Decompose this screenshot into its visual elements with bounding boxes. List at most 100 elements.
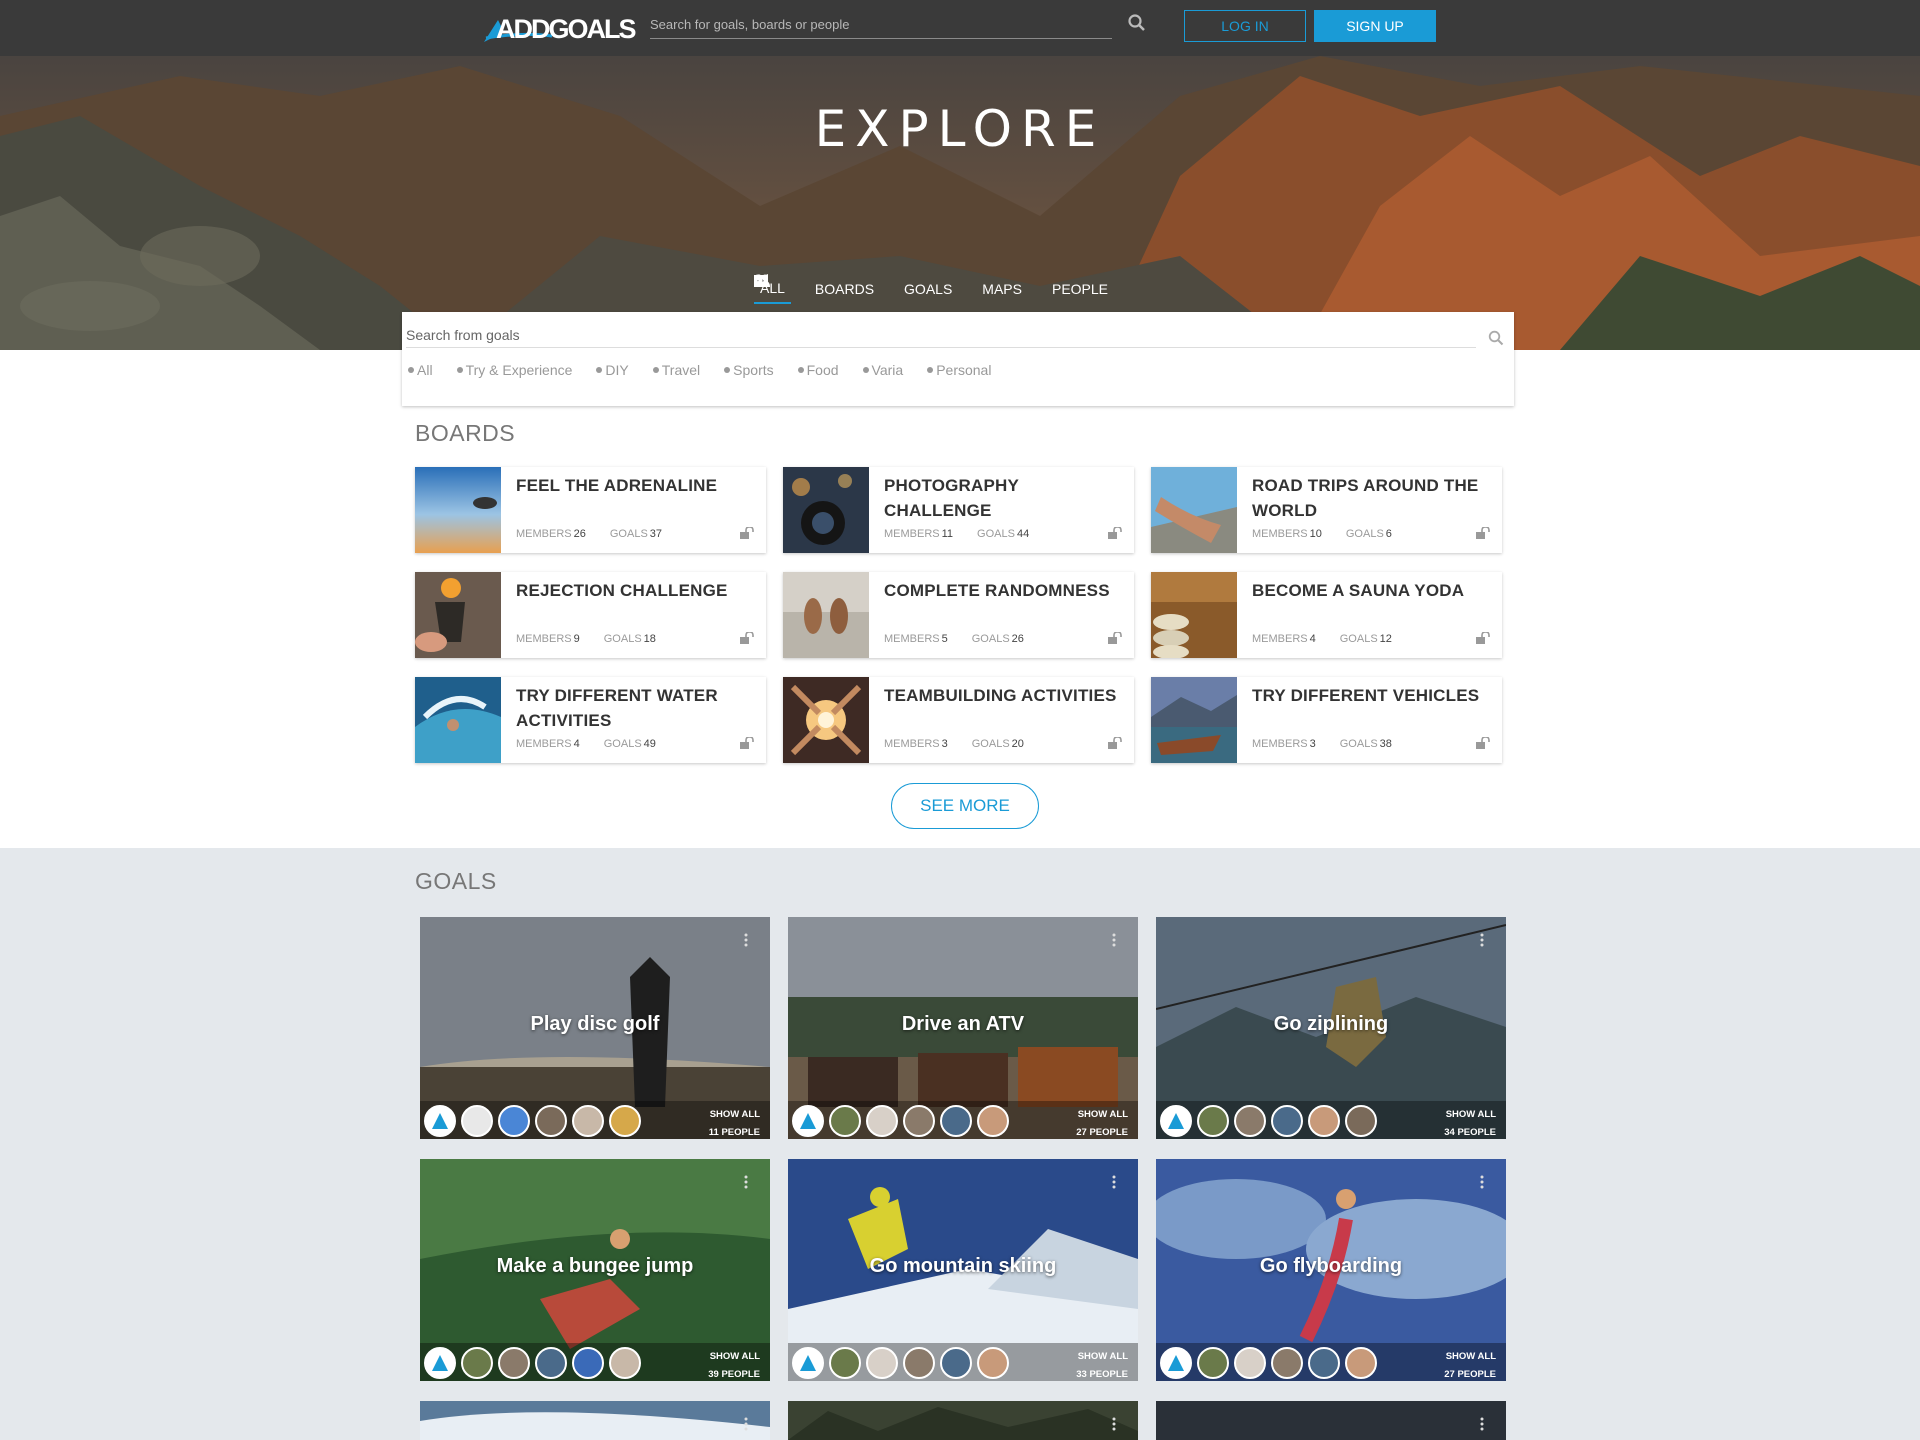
more-options-icon[interactable] bbox=[1480, 1417, 1484, 1431]
show-all-link[interactable]: SHOW ALL 33 PEOPLE bbox=[1076, 1348, 1128, 1381]
tab-people[interactable]: PEOPLE bbox=[754, 274, 1114, 304]
board-card[interactable]: TEAMBUILDING ACTIVITIES MEMBERS 3 GOALS 20 bbox=[783, 677, 1134, 763]
tab-boards[interactable]: BOARDS bbox=[754, 274, 880, 304]
avatar[interactable] bbox=[829, 1347, 861, 1379]
more-options-icon[interactable] bbox=[1112, 933, 1116, 947]
show-all-link[interactable]: SHOW ALL 11 PEOPLE bbox=[709, 1106, 760, 1139]
avatar[interactable] bbox=[792, 1347, 824, 1379]
more-options-icon[interactable] bbox=[744, 1417, 748, 1431]
board-card[interactable]: COMPLETE RANDOMNESS MEMBERS 5 GOALS 26 bbox=[783, 572, 1134, 658]
goal-card[interactable] bbox=[420, 1401, 770, 1440]
goal-card[interactable]: Make a bungee jump SHOW ALL 39 PEOPLE bbox=[420, 1159, 770, 1381]
avatar[interactable] bbox=[1160, 1347, 1192, 1379]
search-icon[interactable] bbox=[1128, 14, 1146, 32]
filter-all[interactable]: All bbox=[408, 362, 433, 378]
avatar[interactable] bbox=[1308, 1105, 1340, 1137]
filter-personal[interactable]: Personal bbox=[927, 362, 991, 378]
avatar[interactable] bbox=[535, 1347, 567, 1379]
show-all-link[interactable]: SHOW ALL 27 PEOPLE bbox=[1076, 1106, 1128, 1139]
filter-try-experience[interactable]: Try & Experience bbox=[456, 362, 572, 378]
avatar[interactable] bbox=[1160, 1105, 1192, 1137]
avatar[interactable] bbox=[1234, 1105, 1266, 1137]
more-options-icon[interactable] bbox=[1112, 1417, 1116, 1431]
goal-card[interactable] bbox=[1156, 1401, 1506, 1440]
more-options-icon[interactable] bbox=[744, 1175, 748, 1189]
board-card[interactable]: TRY DIFFERENT WATER ACTIVITIES MEMBERS 4 G… bbox=[415, 677, 766, 763]
filter-diy[interactable]: DIY bbox=[596, 362, 629, 378]
avatar[interactable] bbox=[977, 1105, 1009, 1137]
avatar[interactable] bbox=[1197, 1105, 1229, 1137]
avatar[interactable] bbox=[572, 1347, 604, 1379]
avatar[interactable] bbox=[461, 1347, 493, 1379]
goal-card[interactable]: Go ziplining SHOW ALL 34 PEOPLE bbox=[1156, 917, 1506, 1139]
avatar[interactable] bbox=[535, 1105, 567, 1137]
more-options-icon[interactable] bbox=[1480, 1175, 1484, 1189]
tab-maps[interactable]: MAPS bbox=[754, 274, 1028, 304]
avatar[interactable] bbox=[903, 1105, 935, 1137]
filter-sports[interactable]: Sports bbox=[724, 362, 774, 378]
show-all-link[interactable]: SHOW ALL 39 PEOPLE bbox=[708, 1348, 760, 1381]
avatar[interactable] bbox=[940, 1105, 972, 1137]
signup-button[interactable]: SIGN UP bbox=[1314, 10, 1436, 42]
see-more-button[interactable]: SEE MORE bbox=[891, 783, 1039, 829]
more-options-icon[interactable] bbox=[1480, 933, 1484, 947]
avatar[interactable] bbox=[609, 1347, 641, 1379]
avatar[interactable] bbox=[1271, 1105, 1303, 1137]
tab-goals[interactable]: GOALS bbox=[755, 274, 958, 304]
board-stats: MEMBERS 11 GOALS 44 bbox=[884, 528, 1053, 540]
goal-card[interactable]: Play disc golf SHOW ALL 11 PEOPLE bbox=[420, 917, 770, 1139]
avatar[interactable] bbox=[609, 1105, 641, 1137]
login-button[interactable]: LOG IN bbox=[1184, 10, 1306, 42]
search-icon[interactable] bbox=[1488, 330, 1504, 346]
board-thumbnail bbox=[1151, 677, 1237, 763]
goals-count: 6 bbox=[1385, 528, 1392, 540]
avatar[interactable] bbox=[1345, 1105, 1377, 1137]
board-card[interactable]: PHOTOGRAPHY CHALLENGE MEMBERS 11 GOALS 44 bbox=[783, 467, 1134, 553]
board-card[interactable]: ROAD TRIPS AROUND THE WORLD MEMBERS 10 GOA… bbox=[1151, 467, 1502, 553]
members-count: 9 bbox=[573, 633, 580, 645]
avatar[interactable] bbox=[792, 1105, 824, 1137]
goal-search-input[interactable] bbox=[406, 322, 1476, 348]
goal-card[interactable]: Go mountain skiing SHOW ALL 33 PEOPLE bbox=[788, 1159, 1138, 1381]
show-all-link[interactable]: SHOW ALL 27 PEOPLE bbox=[1444, 1348, 1496, 1381]
avatar[interactable] bbox=[1234, 1347, 1266, 1379]
avatar[interactable] bbox=[424, 1105, 456, 1137]
goal-card[interactable] bbox=[788, 1401, 1138, 1440]
board-stats: MEMBERS 4 GOALS 49 bbox=[516, 738, 680, 750]
goals-label: GOALS bbox=[971, 633, 1010, 645]
avatar[interactable] bbox=[498, 1105, 530, 1137]
avatar[interactable] bbox=[903, 1347, 935, 1379]
more-options-icon[interactable] bbox=[1112, 1175, 1116, 1189]
global-search-input[interactable] bbox=[650, 12, 1070, 36]
avatar[interactable] bbox=[1197, 1347, 1229, 1379]
avatar[interactable] bbox=[572, 1105, 604, 1137]
board-card[interactable]: BECOME A SAUNA YODA MEMBERS 4 GOALS 12 bbox=[1151, 572, 1502, 658]
board-card[interactable]: FEEL THE ADRENALINE MEMBERS 26 GOALS 37 bbox=[415, 467, 766, 553]
avatar[interactable] bbox=[424, 1347, 456, 1379]
goals-label: GOALS bbox=[1345, 528, 1384, 540]
avatar[interactable] bbox=[1345, 1347, 1377, 1379]
goal-card[interactable]: Drive an ATV SHOW ALL 27 PEOPLE bbox=[788, 917, 1138, 1139]
avatar[interactable] bbox=[461, 1105, 493, 1137]
avatar[interactable] bbox=[829, 1105, 861, 1137]
avatar[interactable] bbox=[1271, 1347, 1303, 1379]
goal-participants-bar: SHOW ALL 27 PEOPLE bbox=[1156, 1343, 1506, 1381]
avatar[interactable] bbox=[1308, 1347, 1340, 1379]
avatar[interactable] bbox=[977, 1347, 1009, 1379]
goal-card[interactable]: Go flyboarding SHOW ALL 27 PEOPLE bbox=[1156, 1159, 1506, 1381]
avatar[interactable] bbox=[866, 1347, 898, 1379]
filter-food[interactable]: Food bbox=[797, 362, 839, 378]
more-options-icon[interactable] bbox=[744, 933, 748, 947]
people-count: 33 PEOPLE bbox=[1076, 1369, 1128, 1380]
filter-varia[interactable]: Varia bbox=[862, 362, 903, 378]
board-card[interactable]: TRY DIFFERENT VEHICLES MEMBERS 3 GOALS 38 bbox=[1151, 677, 1502, 763]
members-count: 5 bbox=[941, 633, 948, 645]
avatar[interactable] bbox=[866, 1105, 898, 1137]
show-all-link[interactable]: SHOW ALL 34 PEOPLE bbox=[1444, 1106, 1496, 1139]
addgoals-logo[interactable]: ADDGOALS bbox=[482, 10, 636, 44]
board-card[interactable]: REJECTION CHALLENGE MEMBERS 9 GOALS 18 bbox=[415, 572, 766, 658]
filter-travel[interactable]: Travel bbox=[652, 362, 700, 378]
avatar[interactable] bbox=[498, 1347, 530, 1379]
board-thumbnail bbox=[1151, 572, 1237, 658]
avatar[interactable] bbox=[940, 1347, 972, 1379]
